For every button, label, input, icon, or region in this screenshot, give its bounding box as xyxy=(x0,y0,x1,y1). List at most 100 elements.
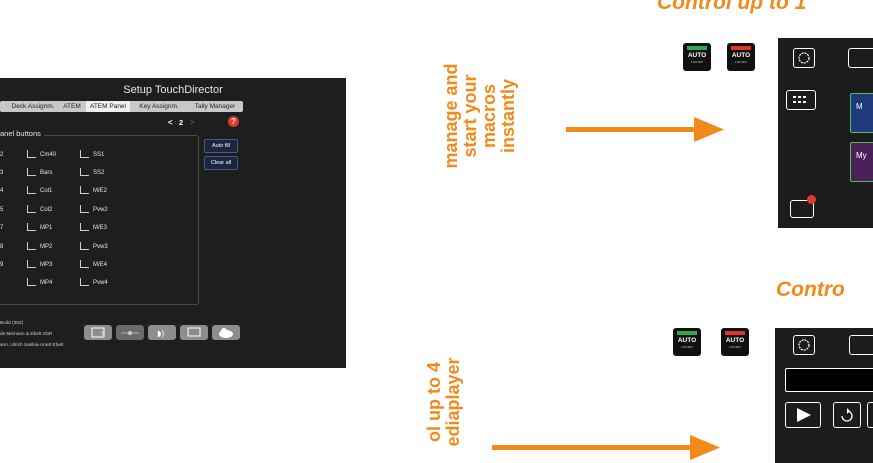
auto-mix-button[interactable]: AUTO 1:00 MIX xyxy=(721,328,749,356)
macro-button[interactable]: M xyxy=(850,93,873,133)
button-label: Pvw3 xyxy=(93,244,108,250)
auto-label: AUTO xyxy=(687,52,707,59)
text-line: ediaplayer xyxy=(443,357,463,447)
button-label: 4 xyxy=(0,188,4,194)
network-icon[interactable] xyxy=(116,325,144,340)
auto-mix-button[interactable]: AUTO 1:00 MIX xyxy=(683,43,711,71)
media-name-field[interactable] xyxy=(785,368,873,392)
control-heading-bottom: Contro xyxy=(776,278,845,301)
mixer-button[interactable] xyxy=(848,48,873,68)
text-line: manage and xyxy=(441,63,461,169)
keyboard-remove-button[interactable] xyxy=(790,195,816,218)
tab-key-assignm[interactable]: Key Assignm. xyxy=(134,101,184,112)
checkbox[interactable] xyxy=(80,186,89,194)
checkbox[interactable] xyxy=(80,223,89,231)
auto-sub-label: 1:00 MIX xyxy=(728,345,741,349)
checkbox[interactable] xyxy=(27,278,36,286)
checkbox[interactable] xyxy=(27,242,36,250)
tab-atem[interactable]: ATEM xyxy=(60,101,84,112)
checkbox[interactable] xyxy=(80,205,89,213)
panel-buttons-title: anel buttons xyxy=(0,129,44,138)
checkbox[interactable] xyxy=(80,168,89,176)
auto-sub-label: 1:00 MIX xyxy=(680,345,693,349)
tab-tally-manager[interactable]: Tally Manager xyxy=(188,101,242,112)
button-label: 9 xyxy=(0,262,4,268)
clear-all-button[interactable]: Clear all xyxy=(204,156,238,170)
checkbox[interactable] xyxy=(80,242,89,250)
authors-label: sen, Ulrich Saskia-Anett Ebelt xyxy=(0,343,64,348)
button-label: MP1 xyxy=(40,225,53,231)
text-line: start your xyxy=(460,74,480,158)
button-label: Col2 xyxy=(40,207,53,213)
auto-fill-button[interactable]: Auto fill xyxy=(204,139,238,153)
button-label: Col1 xyxy=(40,188,53,194)
pager-page-number: 2 xyxy=(179,118,184,127)
button-label: MP3 xyxy=(40,262,53,268)
play-button[interactable] xyxy=(785,402,821,428)
macros-vertical-text: manage and start your macros instantly xyxy=(441,46,522,186)
mediaplayer-vertical-text: ol up to 4 ediaplayer xyxy=(424,342,469,462)
status-bar xyxy=(731,46,751,50)
build-label: Build (362) xyxy=(0,321,24,326)
status-bar xyxy=(677,331,697,335)
checkbox[interactable] xyxy=(27,150,36,158)
button-label: 5 xyxy=(0,207,4,213)
checkbox[interactable] xyxy=(27,260,36,268)
button-label: 2 xyxy=(0,152,4,158)
display-icon[interactable] xyxy=(180,325,208,340)
pager-prev-button[interactable]: < xyxy=(168,118,173,127)
button-label: 7 xyxy=(0,225,4,231)
media-control-button[interactable] xyxy=(867,402,873,428)
auto-label: AUTO xyxy=(677,337,697,344)
auto-sub-label: 1:00 MIX xyxy=(690,60,703,64)
checkbox[interactable] xyxy=(27,186,36,194)
button-label: 3 xyxy=(0,170,4,176)
company-label: ds Meinsen & Ebelt GbR xyxy=(0,332,53,337)
cloud-icon[interactable] xyxy=(212,325,240,340)
button-label: MP4 xyxy=(40,280,53,286)
auto-mix-button[interactable]: AUTO 1:00 MIX xyxy=(727,43,755,71)
macro-button[interactable]: My xyxy=(850,142,873,182)
text-line: ol up to 4 xyxy=(424,362,444,442)
svg-text:◗): ◗) xyxy=(157,329,164,338)
checkbox[interactable] xyxy=(27,223,36,231)
remove-badge-icon xyxy=(807,195,816,204)
button-label: SS2 xyxy=(93,170,105,176)
settings-gear-button[interactable] xyxy=(793,48,815,68)
status-bar xyxy=(725,331,745,335)
arrow-right-icon xyxy=(492,435,720,460)
checkbox[interactable] xyxy=(27,205,36,213)
status-bar xyxy=(687,46,707,50)
button-label: Pvw2 xyxy=(93,207,108,213)
macro-label: My xyxy=(856,151,867,160)
macro-device-screen: M My xyxy=(778,38,873,228)
settings-gear-button[interactable] xyxy=(793,335,815,355)
loop-icon[interactable] xyxy=(833,402,861,428)
tab-deck-assignm[interactable]: Deck Assignm. xyxy=(8,101,58,112)
button-label: MP2 xyxy=(40,244,53,250)
setup-panel: Setup TouchDirector Deck Assignm. ATEM A… xyxy=(0,78,346,368)
button-label: Bars xyxy=(40,170,53,176)
setup-title: Setup TouchDirector xyxy=(123,84,223,96)
control-heading-top: Control up to 1 xyxy=(657,0,807,14)
help-icon[interactable]: ? xyxy=(228,116,239,127)
checkbox[interactable] xyxy=(80,278,89,286)
tab-atem-panel[interactable]: ATEM Panel xyxy=(86,101,130,112)
mixer-button[interactable] xyxy=(849,335,873,355)
arrow-right-icon xyxy=(566,117,724,142)
button-label: M/E4 xyxy=(93,262,108,268)
checkbox[interactable] xyxy=(27,168,36,176)
auto-label: AUTO xyxy=(725,337,745,344)
auto-mix-button[interactable]: AUTO 1:00 MIX xyxy=(673,328,701,356)
checkbox[interactable] xyxy=(80,260,89,268)
setup-tab-bar: Deck Assignm. ATEM ATEM Panel Key Assign… xyxy=(0,101,243,112)
auto-sub-label: 1:00 MIX xyxy=(734,60,747,64)
button-label: 8 xyxy=(0,244,4,250)
keyboard-help-icon[interactable]: ? xyxy=(84,325,112,340)
checkbox[interactable] xyxy=(80,150,89,158)
sound-icon[interactable]: ◗) xyxy=(148,325,176,340)
mediaplayer-device-screen xyxy=(775,328,873,463)
pager-next-button[interactable]: > xyxy=(190,118,195,127)
keyboard-button[interactable] xyxy=(786,90,816,110)
auto-label: AUTO xyxy=(731,52,751,59)
